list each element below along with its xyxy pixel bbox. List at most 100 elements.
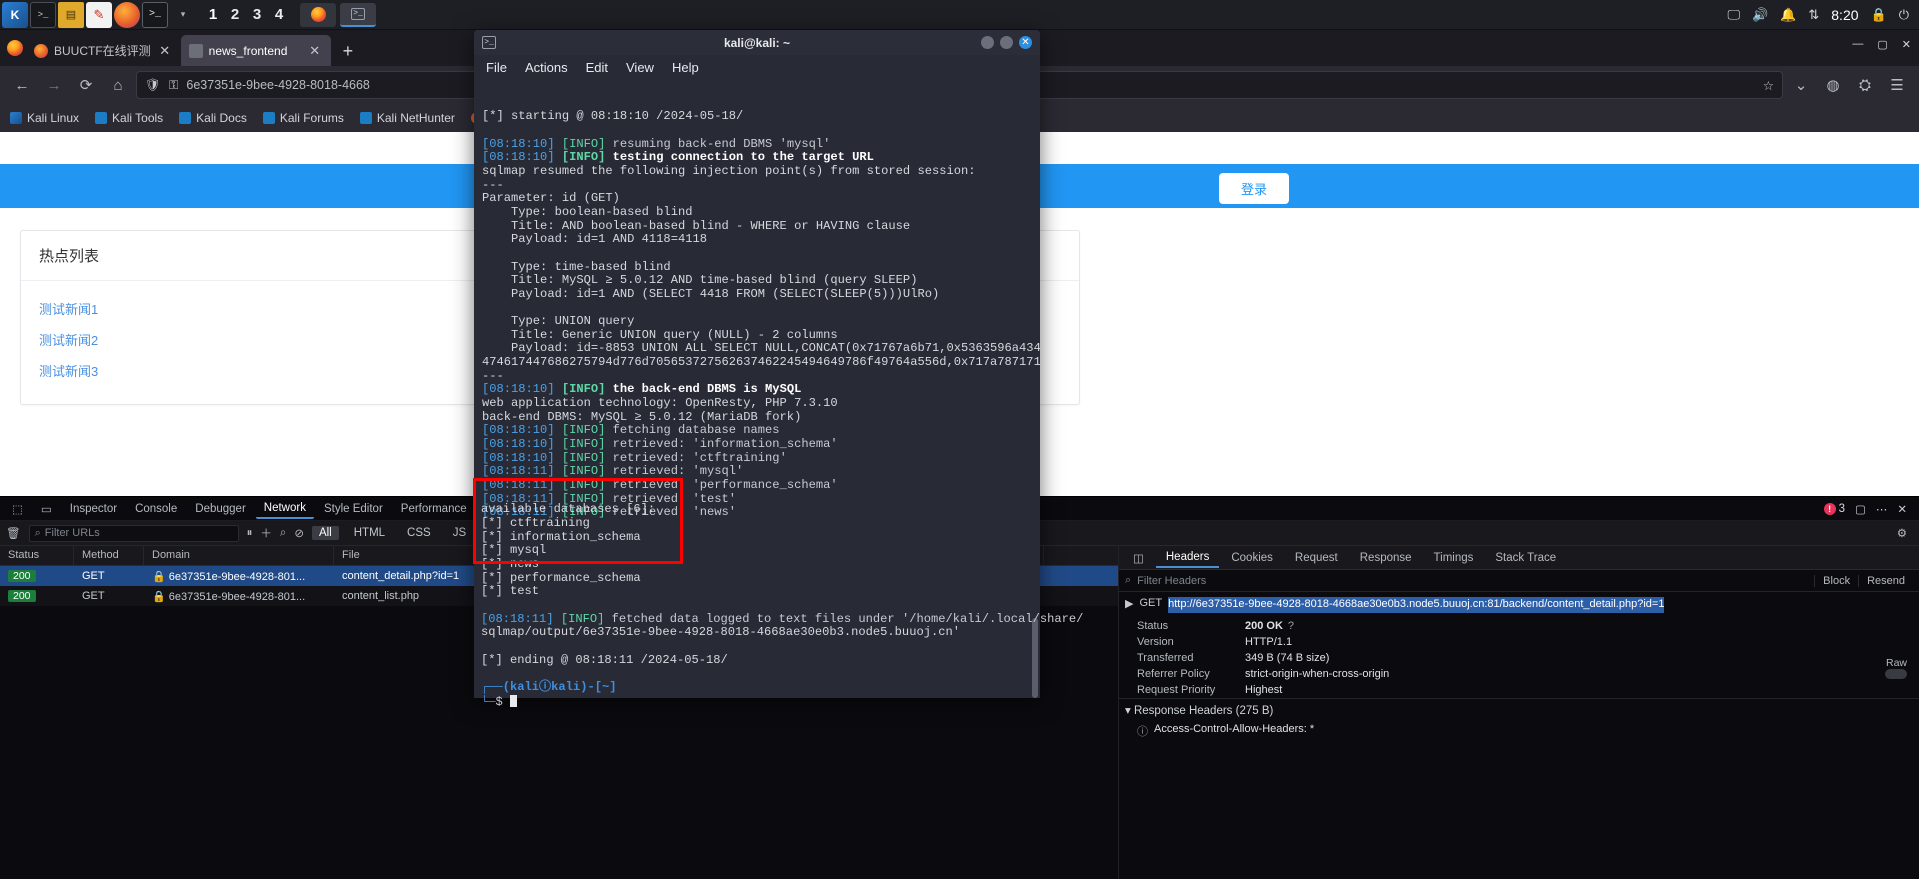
workspace-3[interactable]: 3 xyxy=(250,6,264,23)
lock-icon[interactable]: 🔒 xyxy=(1871,7,1887,23)
headers-filter[interactable]: ⌕ Filter Headers Block Resend xyxy=(1119,570,1919,592)
taskbar-firefox-window[interactable] xyxy=(300,2,336,27)
block-requests-icon[interactable]: ⊘ xyxy=(294,526,304,540)
browser-tab-1[interactable]: news_frontend ✕ xyxy=(180,35,331,66)
bookmark-kali-tools[interactable]: Kali Tools xyxy=(95,111,163,125)
details-expand-icon[interactable]: ◫ xyxy=(1123,548,1154,568)
home-button[interactable]: ⌂ xyxy=(104,71,132,99)
tab-network[interactable]: Network xyxy=(255,499,314,519)
taskbar-terminal-window[interactable]: >_ xyxy=(340,2,376,27)
terminal-prompt-launcher-icon[interactable]: >_ xyxy=(142,1,168,28)
menu-help[interactable]: Help xyxy=(672,60,699,75)
new-tab-button[interactable]: + xyxy=(331,36,366,66)
reload-button[interactable]: ⟳ xyxy=(72,71,100,99)
filter-all[interactable]: All xyxy=(311,526,339,540)
menu-edit[interactable]: Edit xyxy=(586,60,608,75)
browser-tab-0[interactable]: BUUCTF在线评测 ✕ xyxy=(26,35,181,66)
filter-html[interactable]: HTML xyxy=(347,526,392,540)
terminal-close-button[interactable]: ✕ xyxy=(1019,36,1032,49)
terminal-launcher-icon[interactable]: >_ xyxy=(30,1,56,28)
close-button[interactable]: ✕ xyxy=(1902,38,1911,51)
bookmark-label: Kali Linux xyxy=(27,111,80,125)
workspace-1[interactable]: 1 xyxy=(206,6,220,23)
shield-icon[interactable]: 🛡 xyxy=(145,78,161,93)
extensions-icon[interactable]: ⛭ xyxy=(1851,71,1879,99)
devtools-responsive-icon[interactable]: ▭ xyxy=(33,499,60,519)
status-help-icon[interactable]: ? xyxy=(1288,620,1294,632)
log-message: retrieved: 'information_schema' xyxy=(605,437,838,452)
tab-performance[interactable]: Performance xyxy=(393,500,475,518)
detail-version: Version HTTP/1.1 xyxy=(1119,634,1919,650)
bookmark-kali-forums[interactable]: Kali Forums xyxy=(262,111,344,125)
column-status[interactable]: Status xyxy=(0,546,74,565)
save-to-pocket-icon[interactable]: ⌄ xyxy=(1787,71,1815,99)
tab-response[interactable]: Response xyxy=(1350,549,1422,567)
tab-close-icon[interactable]: ✕ xyxy=(307,43,323,59)
expand-triangle-icon[interactable]: ▶ xyxy=(1125,597,1133,610)
devtools-dock-icon[interactable]: ▢ xyxy=(1855,502,1866,516)
tab-close-icon[interactable]: ✕ xyxy=(157,43,173,59)
menu-view[interactable]: View xyxy=(626,60,654,75)
power-icon[interactable]: ⏻ xyxy=(1899,7,1909,23)
bookmark-kali-linux[interactable]: Kali Linux xyxy=(10,111,79,125)
clear-requests-icon[interactable]: 🗑 xyxy=(6,526,21,540)
kali-menu-icon[interactable]: K xyxy=(2,1,28,28)
volume-icon[interactable]: 🔊 xyxy=(1752,7,1768,23)
back-button[interactable]: ← xyxy=(8,71,36,99)
filter-css[interactable]: CSS xyxy=(400,526,438,540)
tab-console[interactable]: Console xyxy=(127,500,185,518)
column-method[interactable]: Method xyxy=(74,546,144,565)
launcher-dropdown-icon[interactable]: ▾ xyxy=(170,2,196,28)
pause-requests-icon[interactable]: ⏸ xyxy=(247,527,253,540)
bookmark-kali-docs[interactable]: Kali Docs xyxy=(179,111,247,125)
tab-debugger[interactable]: Debugger xyxy=(187,500,254,518)
notification-bell-icon[interactable]: 🔔 xyxy=(1780,7,1796,23)
network-settings-icon[interactable]: ⚙ xyxy=(1897,526,1913,540)
workspace-2[interactable]: 2 xyxy=(228,6,242,23)
tab-headers[interactable]: Headers xyxy=(1155,548,1220,568)
terminal-maximize-button[interactable] xyxy=(1000,36,1013,49)
network-icon[interactable]: ⇅ xyxy=(1808,7,1819,23)
response-headers-section[interactable]: ▾ Response Headers (275 B) xyxy=(1119,697,1919,721)
request-url-row: ▶ GET http://6e37351e-9bee-4928-8018-466… xyxy=(1119,592,1919,618)
app-menu-icon[interactable]: ☰ xyxy=(1883,71,1911,99)
menu-actions[interactable]: Actions xyxy=(525,60,568,75)
error-count-badge[interactable]: ! 3 xyxy=(1823,502,1845,515)
resend-button[interactable]: Resend xyxy=(1858,574,1913,587)
filter-js[interactable]: JS xyxy=(446,526,473,540)
panel-clock[interactable]: 8:20 xyxy=(1831,7,1858,23)
workspace-switcher[interactable]: 1 2 3 4 xyxy=(196,6,296,23)
bookmark-star-icon[interactable]: ☆ xyxy=(1763,78,1774,93)
text-editor-launcher-icon[interactable]: ✎ xyxy=(86,1,112,28)
minimize-button[interactable]: — xyxy=(1852,38,1863,51)
bookmark-kali-nethunter[interactable]: Kali NetHunter xyxy=(359,111,455,125)
menu-file[interactable]: File xyxy=(486,60,507,75)
devtools-pick-element-icon[interactable]: ⬚ xyxy=(4,499,31,519)
tab-inspector[interactable]: Inspector xyxy=(62,500,125,518)
add-request-icon[interactable]: ＋ xyxy=(260,525,272,541)
lock-icon[interactable]: ⚿ xyxy=(169,78,179,93)
raw-headers-toggle[interactable]: Raw xyxy=(1885,657,1907,683)
tab-style-editor[interactable]: Style Editor xyxy=(316,500,391,518)
search-requests-icon[interactable]: ⌕ xyxy=(280,527,286,540)
login-button[interactable]: 登录 xyxy=(1218,173,1289,204)
column-domain[interactable]: Domain xyxy=(144,546,334,565)
devtools-menu-icon[interactable]: ⋯ xyxy=(1876,502,1888,516)
tab-stack-trace[interactable]: Stack Trace xyxy=(1485,549,1566,567)
devtools-close-icon[interactable]: ✕ xyxy=(1897,502,1907,516)
forward-button[interactable]: → xyxy=(40,71,68,99)
block-button[interactable]: Block xyxy=(1814,574,1858,587)
maximize-button[interactable]: ▢ xyxy=(1877,38,1887,51)
request-url[interactable]: http://6e37351e-9bee-4928-8018-4668ae30e… xyxy=(1168,597,1665,613)
terminal-minimize-button[interactable] xyxy=(981,36,994,49)
display-icon[interactable]: 🖵 xyxy=(1727,7,1740,23)
shell-prompt-line[interactable]: └─$ xyxy=(481,694,1041,710)
tab-cookies[interactable]: Cookies xyxy=(1221,549,1283,567)
firefox-launcher-icon[interactable]: ● xyxy=(114,1,140,28)
workspace-4[interactable]: 4 xyxy=(272,6,286,23)
tab-timings[interactable]: Timings xyxy=(1424,549,1484,567)
account-icon[interactable]: ◍ xyxy=(1819,71,1847,99)
files-launcher-icon[interactable]: ▤ xyxy=(58,1,84,28)
tab-request[interactable]: Request xyxy=(1285,549,1348,567)
filter-urls-input[interactable]: ⌕ Filter URLs xyxy=(28,524,239,542)
